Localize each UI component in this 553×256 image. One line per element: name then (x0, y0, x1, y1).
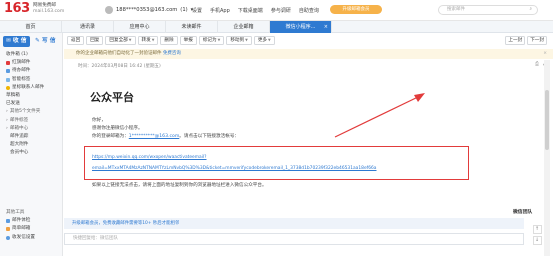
promo-bar[interactable]: 升级邮箱会员，免费收藏邮件需要等10+ 秒后才能相邻 (64, 218, 524, 229)
float-tools: ↑ ↓ (532, 225, 542, 245)
quick-reply-input[interactable]: 快捷回复给：微信团队 (64, 233, 524, 245)
scroll-bottom-icon[interactable]: ↓ (532, 236, 542, 245)
scroll-top-icon[interactable]: ↑ (532, 225, 542, 234)
scrollbar-thumb[interactable] (545, 90, 549, 150)
